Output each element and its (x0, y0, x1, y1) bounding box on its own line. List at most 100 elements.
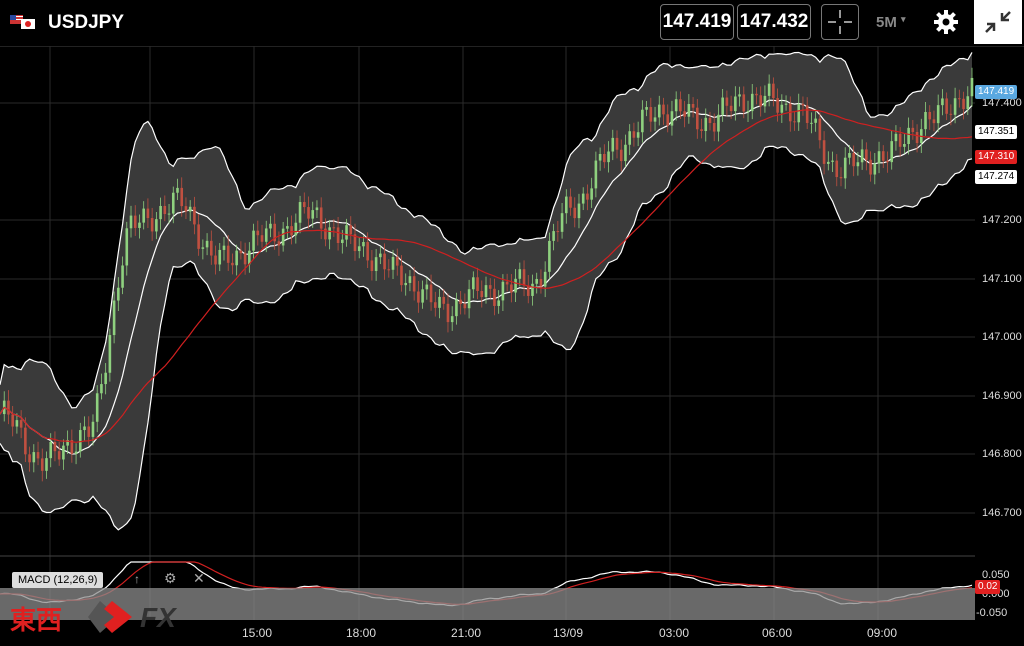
candle-body (907, 127, 910, 145)
candle-body (611, 137, 615, 152)
candle-body (467, 289, 471, 309)
candle-body (366, 242, 369, 261)
candle-body (328, 227, 331, 240)
candle-body (708, 117, 712, 123)
logo-fx: FX (140, 602, 176, 633)
candle-body (463, 303, 467, 309)
candle-body (717, 114, 720, 132)
candle-body (797, 103, 801, 123)
candle-body (167, 213, 171, 215)
candle-body (869, 159, 872, 175)
candle-body (624, 144, 627, 162)
candle-body (184, 206, 188, 212)
candle-body (784, 103, 788, 105)
candle-body (898, 133, 902, 147)
candle-body (970, 77, 974, 97)
candle-body (180, 187, 184, 207)
candle-body (497, 300, 500, 306)
candle-body (298, 202, 302, 223)
candle-body (446, 303, 450, 323)
candle-body (408, 276, 412, 283)
timeframe-selector[interactable]: 5M ▾ (876, 14, 906, 31)
candle-body (750, 93, 754, 112)
candle-body (239, 250, 243, 254)
candle-body (801, 103, 805, 106)
candle-body (391, 256, 395, 270)
candle-body (91, 421, 95, 437)
candle-body (341, 239, 344, 244)
candle-body (290, 226, 293, 236)
candle-body (442, 296, 446, 304)
candle-body (155, 219, 158, 232)
candle-body (302, 202, 306, 208)
macd-indicator-label[interactable]: MACD (12,26,9) (12, 572, 104, 588)
candle-body (636, 132, 640, 138)
candle-body (357, 246, 361, 252)
candle-body (159, 205, 162, 220)
candle-body (653, 117, 657, 122)
candle-body (307, 207, 310, 219)
crosshair-button[interactable] (821, 4, 859, 40)
candle-body (560, 213, 564, 232)
candle-body (763, 95, 767, 107)
candle-body (28, 454, 31, 463)
candle-body (881, 151, 885, 161)
candle-body (264, 228, 268, 242)
move-up-icon[interactable]: ↑ (134, 572, 140, 586)
candle-body (404, 282, 408, 286)
ma-price-tag: 147.310 (975, 150, 1018, 164)
candle-body (936, 105, 940, 124)
macd-axis-label: -0.050 (976, 607, 1008, 619)
candle-body (383, 253, 386, 270)
price-axis-label: 146.800 (982, 448, 1022, 460)
gear-icon[interactable] (932, 8, 960, 36)
candle-body (252, 230, 255, 251)
candle-body (619, 149, 623, 162)
candle-body (7, 400, 10, 415)
candle-body (319, 207, 323, 229)
time-axis-label: 21:00 (451, 626, 482, 640)
candle-body (632, 131, 636, 138)
candle-body (704, 117, 708, 132)
candle-body (129, 215, 133, 229)
candle-body (746, 111, 750, 113)
bid-price-button[interactable]: 147.419 (660, 4, 734, 40)
candle-body (125, 228, 129, 266)
candle-body (53, 441, 57, 452)
candle-body (480, 290, 484, 297)
candle-body (188, 206, 192, 212)
bollinger-lower-tag: 147.274 (975, 170, 1018, 184)
candle-body (374, 257, 378, 271)
candle-body (395, 256, 399, 266)
candle-body (696, 107, 699, 130)
candle-body (269, 223, 272, 229)
candle-body (197, 224, 200, 249)
candle-body (687, 104, 691, 117)
remove-indicator-icon[interactable]: ✕ (193, 570, 205, 587)
symbol-name[interactable]: USDJPY (48, 12, 124, 34)
candle-body (586, 193, 589, 200)
collapse-button[interactable] (974, 0, 1022, 44)
candle-body (755, 93, 758, 96)
ask-price-button[interactable]: 147.432 (737, 4, 811, 40)
candle-body (455, 299, 458, 317)
candle-body (205, 240, 209, 248)
current-price-tag: 147.419 (975, 85, 1018, 99)
indicator-settings-icon[interactable]: ⚙ (164, 570, 177, 587)
candle-body (810, 122, 813, 124)
candle-body (146, 208, 150, 219)
candle-body (260, 235, 264, 242)
candle-body (573, 207, 577, 219)
candle-body (315, 207, 319, 211)
candle-body (286, 226, 289, 229)
candle-body (928, 111, 932, 120)
price-chart[interactable] (0, 46, 1024, 646)
candle-body (493, 288, 496, 306)
candle-body (666, 114, 670, 126)
top-toolbar: USDJPY 147.419 147.432 5M ▾ (0, 0, 1024, 47)
candle-body (438, 296, 441, 308)
candle-body (729, 105, 733, 112)
candle-body (472, 277, 475, 290)
candle-body (163, 205, 167, 215)
time-axis-label: 15:00 (242, 626, 273, 640)
